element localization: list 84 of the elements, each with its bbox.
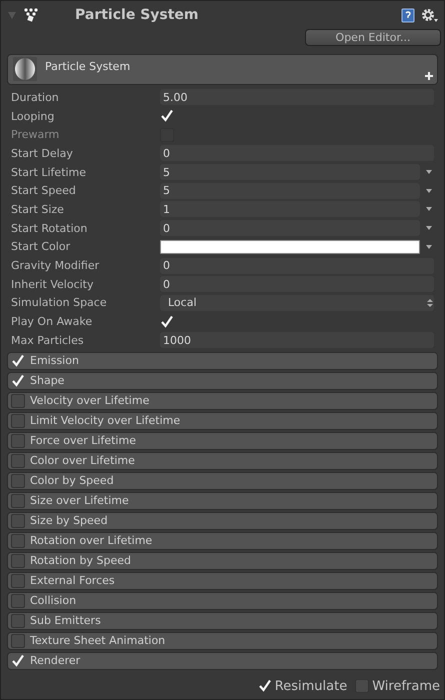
property-label: Gravity Modifier bbox=[11, 259, 100, 272]
module-header[interactable]: Size over Lifetime bbox=[7, 492, 438, 510]
module-label: Texture Sheet Animation bbox=[30, 634, 166, 648]
property-label: Start Speed bbox=[11, 184, 77, 198]
module-label: Velocity over Lifetime bbox=[30, 394, 150, 408]
plus-icon[interactable] bbox=[425, 72, 433, 80]
module-checkbox[interactable] bbox=[11, 414, 25, 428]
value-field[interactable]: 5 bbox=[160, 182, 420, 199]
module-checkbox[interactable] bbox=[11, 594, 25, 608]
property-label: Prewarm bbox=[11, 128, 60, 142]
module-label: Emission bbox=[30, 354, 79, 368]
module-header[interactable]: Force over Lifetime bbox=[7, 432, 438, 450]
stepper-arrows-icon bbox=[426, 298, 434, 308]
module-checkbox[interactable] bbox=[11, 494, 25, 508]
module-header[interactable]: Texture Sheet Animation bbox=[7, 632, 438, 650]
property-label: Start Delay bbox=[11, 146, 74, 160]
module-label: Limit Velocity over Lifetime bbox=[30, 414, 180, 428]
property-label: Max Particles bbox=[11, 334, 85, 347]
module-header[interactable]: Rotation over Lifetime bbox=[7, 532, 438, 550]
module-checkbox[interactable] bbox=[11, 394, 25, 408]
value-field[interactable]: 0 bbox=[160, 145, 434, 162]
dropdown-field[interactable]: Local bbox=[160, 294, 434, 311]
module-header[interactable]: Renderer bbox=[7, 652, 438, 670]
module-header[interactable]: Limit Velocity over Lifetime bbox=[7, 412, 438, 430]
module-label: Size over Lifetime bbox=[30, 494, 129, 508]
help-book-icon[interactable] bbox=[401, 8, 415, 22]
module-label: Sub Emitters bbox=[30, 614, 101, 628]
property-label: Inherit Velocity bbox=[11, 278, 94, 291]
module-checkbox[interactable] bbox=[11, 574, 25, 588]
component-title: Particle System bbox=[75, 7, 200, 23]
module-header[interactable]: Rotation by Speed bbox=[7, 552, 438, 570]
value-field[interactable]: 0 bbox=[160, 276, 434, 292]
module-header[interactable]: Collision bbox=[7, 592, 438, 610]
value-field[interactable]: 0 bbox=[160, 258, 434, 274]
toggle-label: Resimulate bbox=[274, 678, 348, 694]
module-header[interactable]: Sub Emitters bbox=[7, 612, 438, 630]
module-checkbox[interactable] bbox=[11, 554, 25, 568]
module-label: Color over Lifetime bbox=[30, 454, 135, 468]
property-label: Start Lifetime bbox=[11, 166, 88, 179]
module-header[interactable]: Color by Speed bbox=[7, 472, 438, 490]
property-label: Start Rotation bbox=[11, 222, 88, 235]
property-label: Looping bbox=[11, 110, 56, 123]
property-label: Start Size bbox=[11, 202, 65, 216]
color-swatch[interactable] bbox=[160, 240, 420, 254]
module-checkbox[interactable] bbox=[11, 454, 25, 468]
particles-icon bbox=[23, 8, 39, 22]
property-label: Simulation Space bbox=[11, 296, 108, 310]
module-checkbox[interactable] bbox=[11, 614, 25, 628]
module-header[interactable]: Shape bbox=[7, 372, 438, 390]
open-editor-button[interactable]: Open Editor... bbox=[305, 29, 441, 46]
module-header[interactable]: Color over Lifetime bbox=[7, 452, 438, 470]
module-header[interactable]: Velocity over Lifetime bbox=[7, 392, 438, 410]
module-label: External Forces bbox=[30, 574, 115, 588]
module-header[interactable]: External Forces bbox=[7, 572, 438, 590]
module-checkbox[interactable] bbox=[11, 634, 25, 648]
module-header[interactable]: Emission bbox=[7, 352, 438, 370]
module-checkbox[interactable] bbox=[11, 474, 25, 488]
module-label: Shape bbox=[30, 374, 64, 388]
property-label: Play On Awake bbox=[11, 315, 94, 328]
settings-icon[interactable] bbox=[421, 8, 438, 22]
module-label: Force over Lifetime bbox=[30, 434, 136, 448]
property-label: Start Color bbox=[11, 240, 72, 254]
module-checkbox[interactable] bbox=[11, 534, 25, 548]
value-field[interactable]: 0 bbox=[160, 220, 420, 236]
module-label: Rotation over Lifetime bbox=[30, 534, 152, 548]
value-field[interactable]: 5 bbox=[160, 164, 420, 180]
module-label: Size by Speed bbox=[30, 514, 108, 528]
toggle-label: Wireframe bbox=[372, 678, 440, 694]
module-checkbox[interactable] bbox=[11, 514, 25, 528]
value-field[interactable]: 1 bbox=[160, 201, 420, 218]
property-label: Duration bbox=[11, 90, 60, 104]
module-label: Collision bbox=[30, 594, 76, 608]
value-field[interactable]: 5.00 bbox=[160, 89, 434, 106]
foldout-arrow-icon[interactable] bbox=[7, 10, 17, 20]
panel-header[interactable]: Particle System bbox=[7, 54, 438, 85]
module-label: Color by Speed bbox=[30, 474, 114, 488]
module-header[interactable]: Size by Speed bbox=[7, 512, 438, 530]
module-label: Rotation by Speed bbox=[30, 554, 131, 568]
module-label: Renderer bbox=[30, 654, 80, 668]
panel-title: Particle System bbox=[45, 60, 130, 73]
sphere-icon bbox=[13, 57, 37, 81]
toggle-checkbox[interactable] bbox=[355, 679, 370, 694]
module-checkbox[interactable] bbox=[11, 434, 25, 448]
value-field[interactable]: 1000 bbox=[160, 332, 434, 348]
